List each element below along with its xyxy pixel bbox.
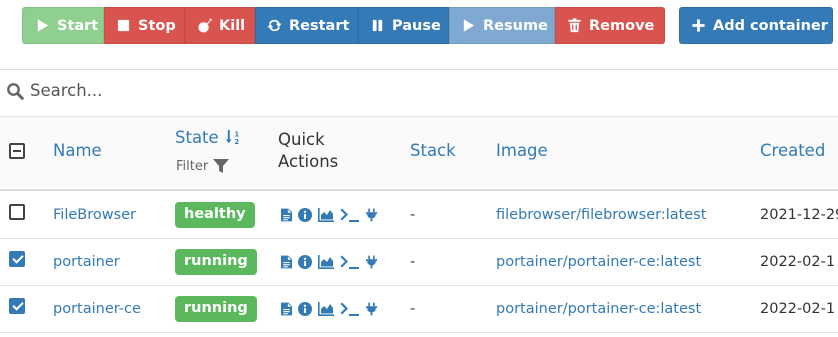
state-filter-label: Filter <box>176 158 209 174</box>
plus-icon <box>692 19 705 32</box>
table-row: FileBrowser healthy - filebrowser/filebrows… <box>0 191 838 239</box>
stack-cell: - <box>410 253 416 270</box>
column-header-name[interactable]: Name <box>53 141 102 160</box>
state-filter[interactable]: Filter <box>176 157 230 175</box>
quick-actions-cell <box>281 238 377 285</box>
quick-actions-label-line1: Quick <box>278 130 325 149</box>
search-bar <box>6 81 630 100</box>
pause-icon <box>372 19 383 32</box>
container-name-link[interactable]: portainer <box>53 238 120 285</box>
stop-button[interactable]: Stop <box>104 7 185 44</box>
area-chart-icon[interactable] <box>318 254 334 269</box>
start-button-label: Start <box>57 17 99 34</box>
quick-actions-label-line2: Actions <box>278 152 339 171</box>
play-icon <box>37 19 49 32</box>
image-link[interactable]: filebrowser/filebrowser:latest <box>496 191 706 238</box>
stack-cell: - <box>410 300 416 317</box>
kill-button-label: Kill <box>219 17 246 34</box>
quick-actions <box>281 254 377 269</box>
divider <box>0 69 838 70</box>
filter-icon <box>213 159 230 173</box>
remove-button-label: Remove <box>589 17 655 34</box>
column-header-state-label: State <box>175 128 219 147</box>
restart-button-label: Restart <box>289 17 350 34</box>
column-header-created[interactable]: Created <box>760 141 825 160</box>
created-cell: 2021-12-29 <box>760 206 838 223</box>
stack-cell: - <box>410 206 416 223</box>
image-link[interactable]: portainer/portainer-ce:latest <box>496 238 701 285</box>
state-cell: running <box>175 238 257 285</box>
add-container-button-label: Add container <box>713 17 828 34</box>
table-row: portainer running - portainer/portainer-ce:… <box>0 238 838 286</box>
quick-actions <box>281 301 377 316</box>
logs-icon[interactable] <box>281 208 292 222</box>
status-badge: healthy <box>175 201 255 228</box>
column-header-stack[interactable]: Stack <box>410 141 456 160</box>
svg-text:2: 2 <box>234 138 239 146</box>
restart-button[interactable]: Restart <box>255 7 358 44</box>
logs-icon[interactable] <box>281 255 292 269</box>
status-badge: running <box>175 295 257 322</box>
image-link[interactable]: portainer/portainer-ce:latest <box>496 285 701 332</box>
add-container-button[interactable]: Add container <box>679 7 833 44</box>
terminal-icon[interactable] <box>340 302 360 316</box>
area-chart-icon[interactable] <box>318 301 334 316</box>
stop-button-label: Stop <box>138 17 176 34</box>
search-icon <box>7 82 24 100</box>
refresh-icon <box>267 19 282 32</box>
resume-button-label: Resume <box>483 17 548 34</box>
resume-button[interactable]: Resume <box>449 7 555 44</box>
pause-button[interactable]: Pause <box>358 7 449 44</box>
column-header-image[interactable]: Image <box>496 141 548 160</box>
plug-icon[interactable] <box>366 302 377 316</box>
quick-actions-cell <box>281 285 377 332</box>
created-cell: 2022-02-1 <box>760 300 836 317</box>
area-chart-icon[interactable] <box>318 207 334 222</box>
created-cell: 2022-02-1 <box>760 253 836 270</box>
column-header-quick-actions: Quick Actions <box>278 129 338 173</box>
row-select-checkbox[interactable] <box>9 251 25 267</box>
remove-button[interactable]: Remove <box>555 7 665 44</box>
container-name-link[interactable]: FileBrowser <box>53 191 136 238</box>
plug-icon[interactable] <box>366 208 377 222</box>
plug-icon[interactable] <box>366 255 377 269</box>
start-button[interactable]: Start <box>22 7 104 44</box>
sort-numeric-icon: 1 2 <box>225 129 239 146</box>
kill-button[interactable]: Kill <box>185 7 255 44</box>
stop-icon <box>117 19 130 32</box>
row-select-checkbox[interactable] <box>9 298 25 314</box>
info-circle-icon[interactable] <box>298 301 312 316</box>
column-header-state[interactable]: State 1 2 <box>175 128 242 147</box>
terminal-icon[interactable] <box>340 255 360 269</box>
terminal-icon[interactable] <box>340 208 360 222</box>
state-cell: healthy <box>175 191 255 238</box>
container-actions-toolbar: Start Stop Kill Restart Pause Resume Rem… <box>22 7 665 44</box>
select-all-checkbox[interactable] <box>9 143 25 159</box>
table-row: portainer-ce running - portainer/portainer-… <box>0 285 838 333</box>
row-select-checkbox[interactable] <box>9 204 25 220</box>
trash-icon <box>568 18 581 33</box>
quick-actions-cell <box>281 191 377 238</box>
status-badge: running <box>175 248 257 275</box>
search-input[interactable] <box>30 81 630 100</box>
container-name-link[interactable]: portainer-ce <box>53 285 141 332</box>
info-circle-icon[interactable] <box>298 254 312 269</box>
state-cell: running <box>175 285 257 332</box>
quick-actions <box>281 207 377 222</box>
info-circle-icon[interactable] <box>298 207 312 222</box>
pause-button-label: Pause <box>392 17 441 34</box>
bomb-icon <box>198 18 212 33</box>
play-icon <box>463 19 475 32</box>
logs-icon[interactable] <box>281 302 292 316</box>
